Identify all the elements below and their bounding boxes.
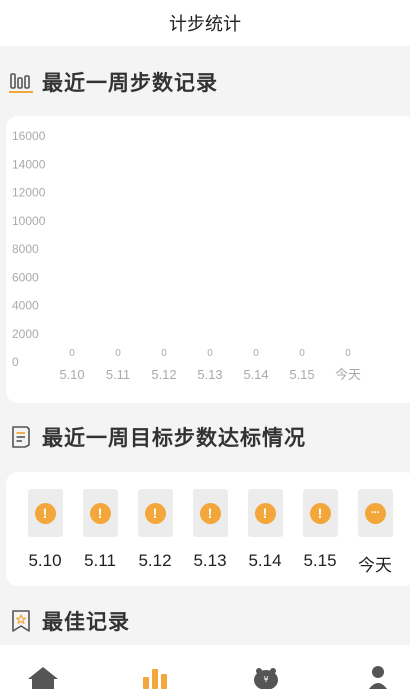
x-tick-label: 5.15	[289, 367, 314, 382]
goal-day-item: ! 5.13	[192, 489, 228, 571]
piggy-bank-icon[interactable]: ¥	[252, 665, 280, 689]
goal-day-item: ··· 今天	[357, 489, 393, 576]
section-best-records: 最佳记录	[0, 599, 410, 643]
goal-day-item: ! 5.10	[27, 489, 63, 571]
bar-value-label: 0	[115, 348, 121, 359]
home-icon[interactable]	[27, 665, 59, 689]
goal-status-box: !	[192, 489, 228, 537]
goal-status-box: !	[137, 489, 173, 537]
page-title: 计步统计	[169, 14, 241, 34]
goal-status-card: ! 5.10! 5.11! 5.12! 5.13! 5.14! 5.15 ··· 今天	[6, 472, 410, 586]
goal-day-label: 今天	[358, 556, 392, 575]
svg-text:¥: ¥	[263, 675, 268, 684]
warning-icon: !	[309, 502, 331, 524]
goal-day-item: ! 5.14	[247, 489, 283, 571]
top-bar: 计步统计	[0, 0, 410, 46]
goal-status-box: !	[302, 489, 338, 537]
section-title: 最佳记录	[42, 611, 130, 634]
x-tick-label: 5.12	[151, 367, 176, 382]
x-tick-label: 今天	[335, 367, 361, 382]
steps-bar-chart: 16000 14000 12000 10000 8000 6000 4000 2000 0 0 5.…	[12, 129, 361, 382]
y-tick-label: 2000	[12, 327, 39, 341]
y-tick-label: 6000	[12, 270, 39, 284]
warning-icon: !	[254, 502, 276, 524]
x-tick-label: 5.11	[106, 367, 130, 382]
goal-day-label: 5.12	[138, 551, 172, 570]
goal-day-item: ! 5.12	[137, 489, 173, 571]
goal-day-label: 5.11	[84, 551, 116, 570]
goal-day-label: 5.10	[28, 551, 62, 570]
y-tick-label: 8000	[12, 242, 39, 256]
y-tick-label: 4000	[12, 299, 39, 313]
goal-day-label: 5.15	[303, 551, 337, 570]
goal-status-box: !	[82, 489, 118, 537]
bar-value-label: 0	[161, 348, 167, 359]
goal-status-box: !	[27, 489, 63, 537]
x-tick-label: 5.14	[243, 367, 268, 382]
warning-icon: !	[199, 502, 221, 524]
goal-day-item: ! 5.11	[82, 489, 118, 571]
more-icon: ···	[364, 502, 386, 524]
bar-value-label: 0	[253, 348, 259, 359]
section-weekly-goals: 最近一周目标步数达标情况	[0, 415, 410, 459]
warning-icon: !	[34, 502, 56, 524]
goal-status-box: ···	[357, 489, 393, 537]
profile-icon[interactable]	[369, 665, 387, 689]
bottom-tab-bar: ¥	[0, 645, 410, 689]
goal-day-label: 5.14	[248, 551, 282, 570]
bar-value-label: 0	[69, 348, 75, 359]
y-tick-label: 12000	[12, 186, 46, 200]
goal-day-item: ! 5.15	[302, 489, 338, 571]
section-weekly-steps: 最近一周步数记录	[0, 60, 410, 104]
x-tick-label: 5.10	[59, 367, 84, 382]
warning-icon: !	[89, 502, 111, 524]
bar-value-label: 0	[345, 348, 351, 359]
x-tick-label: 5.13	[197, 367, 222, 382]
y-tick-label: 0	[12, 355, 19, 369]
bar-value-label: 0	[207, 348, 213, 359]
bar-chart-icon	[9, 70, 33, 94]
goal-day-label: 5.13	[193, 551, 227, 570]
section-title: 最近一周目标步数达标情况	[42, 427, 306, 450]
y-tick-label: 16000	[12, 129, 46, 143]
bar-value-label: 0	[299, 348, 305, 359]
section-title: 最近一周步数记录	[42, 72, 218, 95]
y-tick-label: 10000	[12, 214, 46, 228]
y-tick-label: 14000	[12, 157, 46, 171]
warning-icon: !	[144, 502, 166, 524]
bookmark-star-icon	[9, 609, 33, 633]
document-icon	[9, 425, 33, 449]
goal-status-box: !	[247, 489, 283, 537]
steps-chart-card: 16000 14000 12000 10000 8000 6000 4000 2000 0 0 5.…	[6, 116, 410, 403]
stats-icon[interactable]	[142, 665, 168, 689]
